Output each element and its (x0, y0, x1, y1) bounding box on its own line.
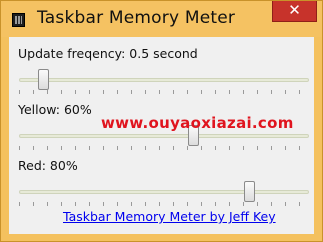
slider-ticks (19, 202, 309, 206)
yellow-label: Yellow: 60% (18, 102, 92, 117)
red-slider[interactable] (19, 181, 309, 207)
app-window: Taskbar Memory Meter ✕ Update freqency: … (0, 0, 323, 242)
app-icon[interactable] (12, 13, 25, 27)
close-button[interactable]: ✕ (272, 1, 317, 22)
titlebar[interactable]: Taskbar Memory Meter ✕ (1, 1, 322, 37)
update-frequency-label: Update freqency: 0.5 second (18, 46, 198, 61)
slider-track[interactable] (19, 78, 309, 82)
client-area: Update freqency: 0.5 second Yellow: 60% … (9, 37, 314, 234)
slider-ticks (19, 146, 309, 150)
slider-ticks (19, 90, 309, 94)
window-title: Taskbar Memory Meter (37, 8, 236, 28)
watermark-text: www.ouyaoxiazai.com (101, 114, 294, 132)
slider-thumb[interactable] (38, 69, 49, 90)
red-label: Red: 80% (18, 158, 78, 173)
slider-thumb[interactable] (244, 181, 255, 202)
slider-track[interactable] (19, 134, 309, 138)
update-frequency-slider[interactable] (19, 69, 309, 95)
slider-track[interactable] (19, 190, 309, 194)
author-link[interactable]: Taskbar Memory Meter by Jeff Key (63, 209, 276, 224)
